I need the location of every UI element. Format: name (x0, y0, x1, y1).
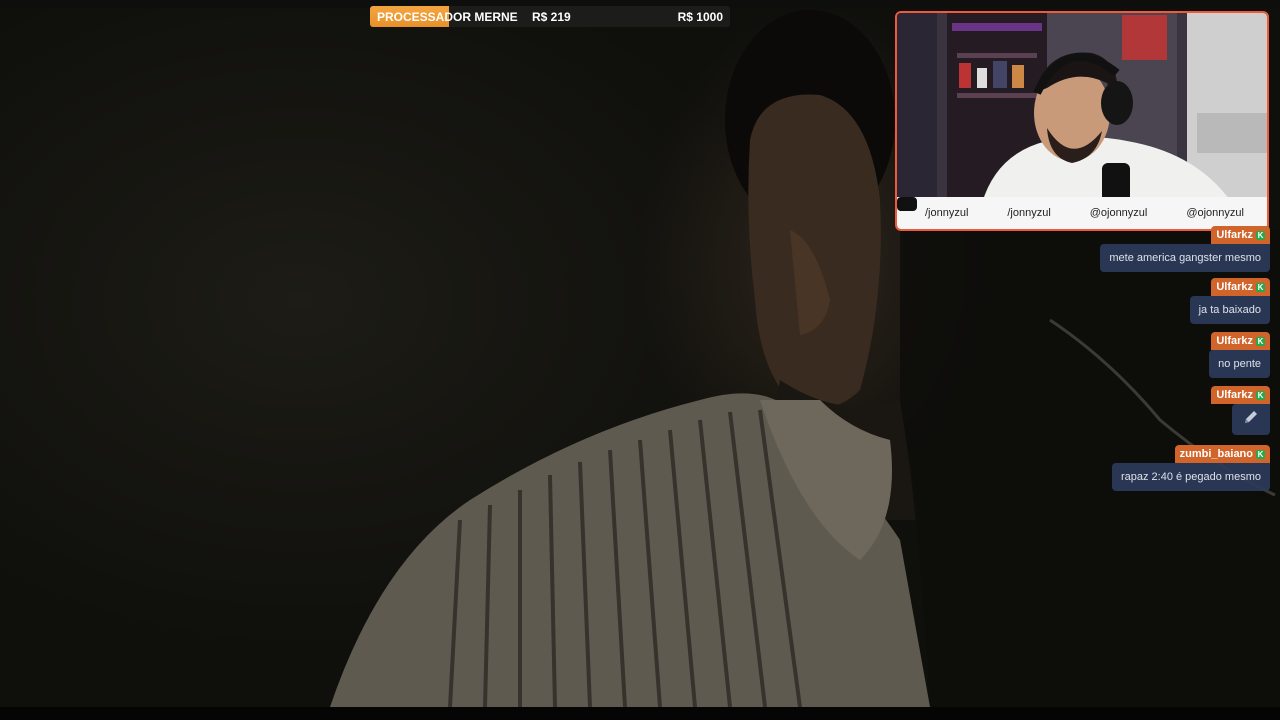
chat-message-text: rapaz 2:40 é pegado mesmo (1111, 463, 1270, 491)
chat-message: Ulfarkz K (1211, 386, 1270, 435)
chat-message: Ulfarkz K mete america gangster mesmo (1100, 226, 1270, 272)
badge-icon: K (1256, 336, 1265, 346)
badge-icon: K (1256, 230, 1265, 240)
social-instagram-handle: @ojonnyzul (1186, 207, 1244, 219)
social-facebook-handle: /jonnyzul (1007, 207, 1051, 219)
chat-message-text: mete america gangster mesmo (1100, 244, 1270, 272)
webcam-overlay: /jonnyzul /jonnyzul @ojonnyzul @ojonnyzu… (895, 11, 1269, 231)
chat-message: Ulfarkz K no pente (1209, 332, 1270, 378)
badge-icon: K (1256, 449, 1265, 459)
chat-username: Ulfarkz K (1211, 386, 1270, 404)
donation-goal-bar: PROCESSADOR MERNE R$ 219 R$ 1000 (370, 6, 730, 27)
goal-target-amount: R$ 1000 (677, 10, 723, 24)
chat-username: zumbi_baiano K (1174, 445, 1270, 463)
social-twitter[interactable]: @ojonnyzul (897, 197, 1148, 219)
social-youtube[interactable]: /jonnyzul (897, 197, 969, 219)
chat-username-text: Ulfarkz (1216, 229, 1253, 241)
bottom-strip (0, 707, 1280, 720)
chat-message-text: ja ta baixado (1189, 296, 1270, 324)
goal-current-amount: R$ 219 (532, 10, 571, 24)
chat-username-text: Ulfarkz (1216, 335, 1253, 347)
social-links-bar: /jonnyzul /jonnyzul @ojonnyzul @ojonnyzu… (897, 197, 1267, 229)
badge-icon: K (1256, 390, 1265, 400)
chat-username: Ulfarkz K (1211, 332, 1270, 350)
social-instagram[interactable]: @ojonnyzul (897, 197, 1244, 219)
chat-username-text: Ulfarkz (1216, 281, 1253, 293)
social-youtube-handle: /jonnyzul (924, 207, 969, 219)
badge-icon: K (1256, 282, 1265, 292)
chat-username: Ulfarkz K (1211, 226, 1270, 244)
chat-message: zumbi_baiano K rapaz 2:40 é pegado mesmo (1111, 445, 1270, 491)
social-twitter-handle: @ojonnyzul (1089, 207, 1148, 219)
chat-message: Ulfarkz K ja ta baixado (1189, 278, 1270, 324)
chat-username-text: Ulfarkz (1216, 389, 1253, 401)
chat-message-text: no pente (1209, 350, 1270, 378)
chat-emote-bubble (1232, 404, 1270, 435)
goal-label: PROCESSADOR MERNE (377, 10, 518, 24)
chat-username-text: zumbi_baiano (1179, 448, 1253, 460)
chat-username: Ulfarkz K (1211, 278, 1270, 296)
social-facebook[interactable]: /jonnyzul (898, 197, 1051, 219)
pencil-emote-icon (1242, 411, 1260, 429)
